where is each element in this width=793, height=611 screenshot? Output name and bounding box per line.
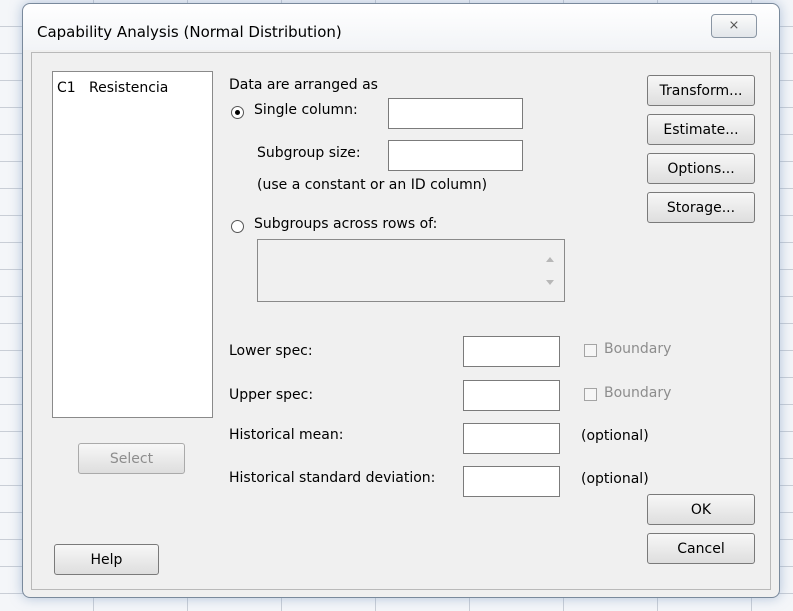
single-column-input[interactable] xyxy=(388,98,523,129)
subgroups-across-input[interactable] xyxy=(257,239,565,302)
subgroups-across-radio[interactable] xyxy=(231,220,244,233)
historical-sd-optional: (optional) xyxy=(581,471,649,487)
lower-spec-input[interactable] xyxy=(463,336,560,367)
ok-button[interactable]: OK xyxy=(647,494,755,525)
list-item-c1[interactable]: C1 Resistencia xyxy=(57,80,168,96)
close-icon: ⨯ xyxy=(728,18,740,33)
help-button[interactable]: Help xyxy=(54,544,159,575)
scroll-down-icon[interactable] xyxy=(546,280,554,285)
storage-button[interactable]: Storage... xyxy=(647,192,755,223)
lower-spec-label: Lower spec: xyxy=(229,343,313,359)
historical-sd-label: Historical standard deviation: xyxy=(229,470,436,486)
estimate-button[interactable]: Estimate... xyxy=(647,114,755,145)
variables-listbox[interactable]: C1 Resistencia xyxy=(52,71,213,418)
capability-analysis-dialog: Capability Analysis (Normal Distribution… xyxy=(22,3,780,598)
title-bar: Capability Analysis (Normal Distribution… xyxy=(23,4,779,50)
subgroup-size-input[interactable] xyxy=(388,140,523,171)
subgroups-across-label: Subgroups across rows of: xyxy=(254,216,438,232)
dialog-title: Capability Analysis (Normal Distribution… xyxy=(37,23,342,41)
subgroup-hint: (use a constant or an ID column) xyxy=(257,177,488,193)
select-button[interactable]: Select xyxy=(78,443,185,474)
options-button[interactable]: Options... xyxy=(647,153,755,184)
transform-button[interactable]: Transform... xyxy=(647,75,755,106)
lower-boundary-checkbox[interactable] xyxy=(584,344,597,357)
radio-selected-dot xyxy=(235,110,240,115)
historical-mean-optional: (optional) xyxy=(581,428,649,444)
data-arranged-label: Data are arranged as xyxy=(229,77,378,93)
historical-sd-input[interactable] xyxy=(463,466,560,497)
single-column-radio[interactable] xyxy=(231,106,244,119)
single-column-label: Single column: xyxy=(254,102,358,118)
historical-mean-label: Historical mean: xyxy=(229,427,344,443)
scroll-up-icon[interactable] xyxy=(546,257,554,262)
upper-boundary-label: Boundary xyxy=(604,385,672,401)
upper-spec-input[interactable] xyxy=(463,380,560,411)
subgroup-size-label: Subgroup size: xyxy=(257,145,361,161)
cancel-button[interactable]: Cancel xyxy=(647,533,755,564)
close-button[interactable]: ⨯ xyxy=(711,14,757,38)
historical-mean-input[interactable] xyxy=(463,423,560,454)
upper-spec-label: Upper spec: xyxy=(229,387,314,403)
upper-boundary-checkbox[interactable] xyxy=(584,388,597,401)
lower-boundary-label: Boundary xyxy=(604,341,672,357)
